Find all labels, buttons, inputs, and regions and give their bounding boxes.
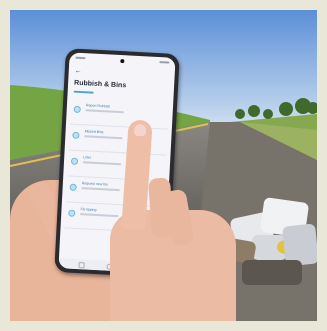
page-title: Rubbish & Bins [73,79,127,90]
fingernail [133,123,147,137]
title-underline [73,90,94,94]
menu-item-label: Report Rubbish [85,103,111,109]
menu-item-label: Request new bin [81,181,109,187]
status-bar [75,56,170,67]
photo-frame: ← Rubbish & Bins Report Rubbish Missed B… [0,0,327,331]
litter-icon [70,157,79,165]
menu-item-label: Fly tipping [80,207,97,212]
rubbish-icon [73,105,81,114]
rubbish-pile [222,195,317,295]
menu-item-label: Missed Bins [84,129,104,135]
new-bin-icon [69,183,77,191]
bin-icon [72,131,80,139]
menu-item-label: Litter [83,155,92,160]
recents-icon[interactable] [78,262,85,269]
fly-tipping-icon [68,209,76,217]
back-arrow-icon[interactable]: ← [75,68,82,75]
